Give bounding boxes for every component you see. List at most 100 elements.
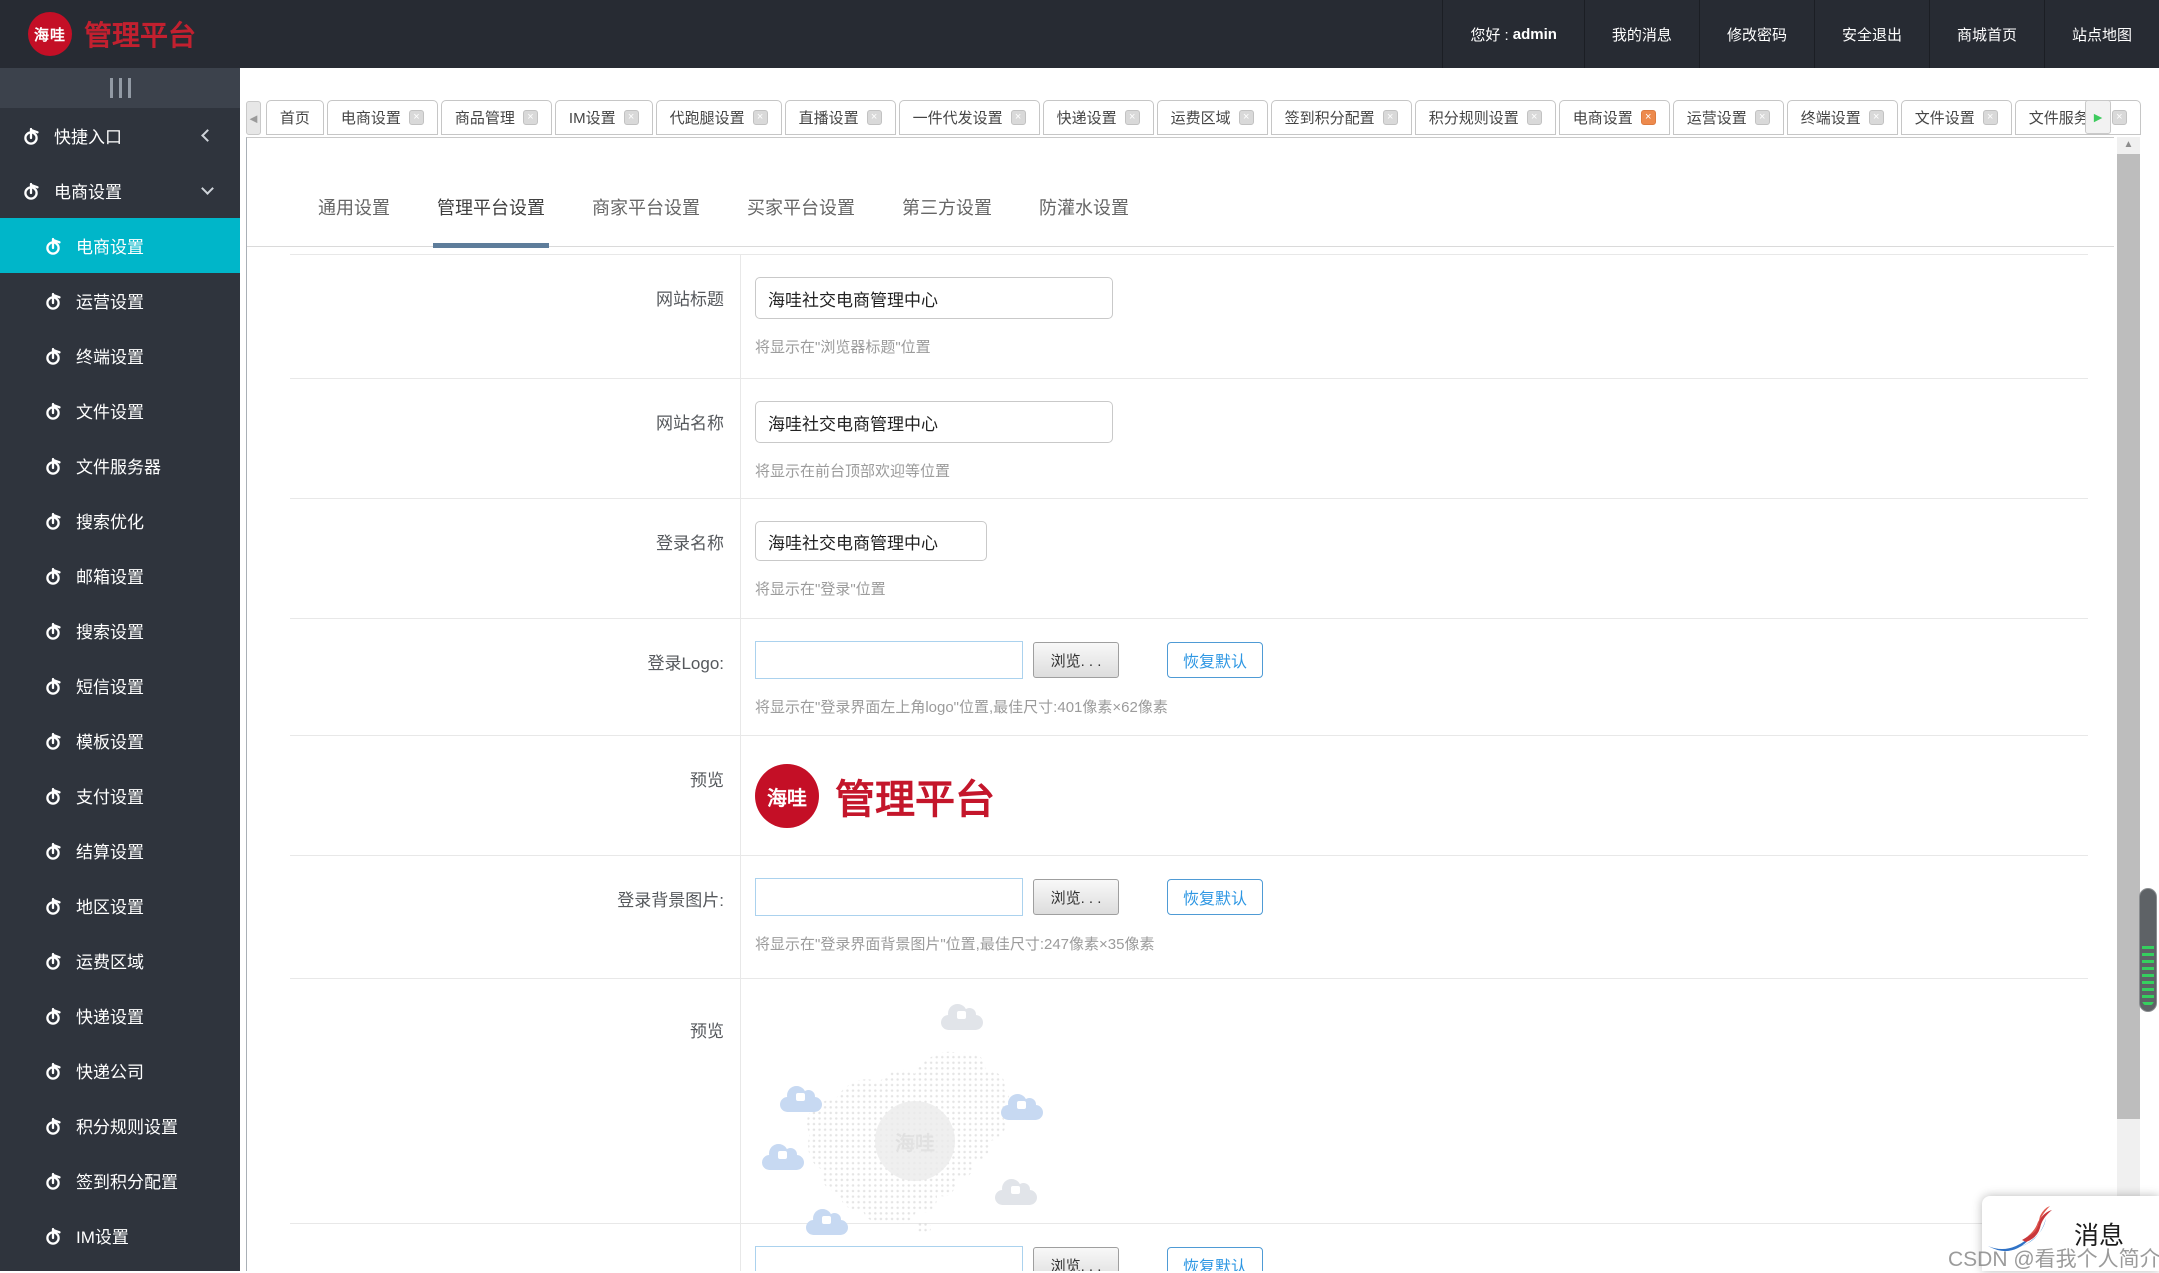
top-bar: 海哇 管理平台 您好 : admin 我的消息 修改密码 安全退出 商城首页 站…: [0, 0, 2159, 68]
tab-close-icon[interactable]: ×: [408, 110, 424, 125]
top-menu-item-sitemap[interactable]: 站点地图: [2043, 0, 2159, 68]
sidebar-item[interactable]: 短信设置: [0, 658, 240, 713]
sidebar-item[interactable]: 终端设置: [0, 328, 240, 383]
tab-close-icon[interactable]: ×: [752, 110, 768, 125]
tab-close-icon[interactable]: ×: [1982, 110, 1998, 125]
menu-bullet-icon: [44, 1116, 64, 1136]
sidebar-item[interactable]: 结算设置: [0, 823, 240, 878]
settings-tab[interactable]: 防灌水设置: [1039, 194, 1129, 246]
sidebar-item[interactable]: 电商设置: [0, 218, 240, 273]
open-tab[interactable]: 商品管理 ×: [440, 100, 552, 135]
field-label: 登录背景图片:: [617, 891, 724, 910]
tab-close-icon[interactable]: ×: [1868, 110, 1884, 125]
menu-bullet-icon: [44, 346, 64, 366]
site-title-input[interactable]: [755, 277, 1113, 319]
field-hint: 将显示在前台顶部欢迎等位置: [755, 463, 951, 480]
open-tab[interactable]: 运费区域 ×: [1156, 100, 1268, 135]
tab-label: IM设置: [568, 110, 616, 127]
restore-default-button[interactable]: 恢复默认: [1167, 1247, 1263, 1271]
sidebar-item[interactable]: 搜索优化: [0, 493, 240, 548]
tab-close-icon[interactable]: ×: [866, 110, 882, 125]
sidebar-item[interactable]: IM设置: [0, 1208, 240, 1263]
tab-close-icon[interactable]: ×: [623, 110, 639, 125]
sidebar-item-label: 邮箱设置: [76, 568, 144, 587]
top-menu-item-logout[interactable]: 安全退出: [1813, 0, 1929, 68]
sidebar-item[interactable]: 快捷入口: [0, 108, 240, 163]
sidebar-item[interactable]: 积分规则设置: [0, 1098, 240, 1153]
sidebar-item[interactable]: 文件设置: [0, 383, 240, 438]
open-tab[interactable]: IM设置 ×: [554, 100, 653, 135]
tab-close-icon[interactable]: ×: [522, 110, 538, 125]
restore-default-button[interactable]: 恢复默认: [1167, 879, 1263, 915]
tab-close-icon[interactable]: ×: [1124, 110, 1140, 125]
field-label: [290, 1224, 740, 1271]
scrollbar-thumb[interactable]: [2117, 154, 2140, 1119]
browse-button[interactable]: 浏览. . .: [1033, 642, 1119, 678]
top-menu-item-change-password[interactable]: 修改密码: [1698, 0, 1814, 68]
top-menu-item-mall-home[interactable]: 商城首页: [1928, 0, 2044, 68]
settings-tab[interactable]: 买家平台设置: [747, 194, 855, 246]
tab-close-icon[interactable]: ×: [1238, 110, 1254, 125]
sidebar-item[interactable]: 签到积分配置: [0, 1153, 240, 1208]
tab-close-icon[interactable]: ×: [2111, 110, 2127, 125]
scroll-up-icon[interactable]: ▲: [2117, 139, 2140, 150]
sidebar-item-label: 快递设置: [76, 1008, 144, 1027]
settings-tab[interactable]: 第三方设置: [902, 194, 992, 246]
settings-tab[interactable]: 管理平台设置: [433, 194, 549, 248]
page-scrollbar-thumb[interactable]: [2139, 888, 2157, 1012]
sidebar-item[interactable]: 模板设置: [0, 713, 240, 768]
open-tab[interactable]: 快递设置 ×: [1042, 100, 1154, 135]
top-menu-item-messages[interactable]: 我的消息: [1583, 0, 1699, 68]
sidebar-item[interactable]: 运营设置: [0, 273, 240, 328]
browse-button[interactable]: 浏览. . .: [1033, 879, 1119, 915]
site-name-input[interactable]: [755, 401, 1113, 443]
cloud-icon: [762, 1144, 804, 1170]
login-background-file-input[interactable]: [755, 878, 1023, 916]
app-brand: 海哇 管理平台: [0, 12, 196, 56]
open-tab[interactable]: 积分规则设置 ×: [1414, 100, 1556, 135]
login-name-input[interactable]: [755, 521, 987, 561]
open-tab[interactable]: 电商设置 ×: [1558, 100, 1670, 135]
sidebar-item-label: 签到积分配置: [76, 1173, 178, 1192]
tab-close-icon[interactable]: ×: [1526, 110, 1542, 125]
sidebar-item[interactable]: 地区设置: [0, 878, 240, 933]
sidebar-item[interactable]: 支付设置: [0, 768, 240, 823]
open-tab[interactable]: 文件设置 ×: [1900, 100, 2012, 135]
open-tab[interactable]: 运营设置 ×: [1672, 100, 1784, 135]
login-logo-file-input[interactable]: [755, 641, 1023, 679]
settings-tab[interactable]: 商家平台设置: [592, 194, 700, 246]
sidebar-item[interactable]: 邮箱设置: [0, 548, 240, 603]
tab-label: 首页: [279, 110, 310, 127]
open-tab[interactable]: 电商设置 ×: [326, 100, 438, 135]
open-tab[interactable]: 代跑腿设置 ×: [655, 100, 782, 135]
open-tab[interactable]: 签到积分配置 ×: [1270, 100, 1412, 135]
sidebar-item[interactable]: 快递公司: [0, 1043, 240, 1098]
restore-default-button[interactable]: 恢复默认: [1167, 642, 1263, 678]
login-background-preview: 海哇: [755, 1001, 1095, 1239]
sidebar-item[interactable]: 搜索设置: [0, 603, 240, 658]
open-tab[interactable]: 首页: [265, 100, 324, 135]
open-tab[interactable]: 文件服务器 ×: [2014, 100, 2141, 135]
field-label: 预览: [690, 1022, 724, 1041]
open-tab[interactable]: 直播设置 ×: [784, 100, 896, 135]
tab-close-icon[interactable]: ×: [1382, 110, 1398, 125]
tab-scroll-right-icon[interactable]: ►: [2085, 100, 2111, 134]
sidebar-toggle-icon[interactable]: [0, 68, 240, 108]
open-tab[interactable]: 一件代发设置 ×: [898, 100, 1040, 135]
sidebar-item[interactable]: 运费区域: [0, 933, 240, 988]
sidebar-item[interactable]: 电商设置: [0, 163, 240, 218]
greeting: 您好 : admin: [1442, 0, 1584, 68]
tab-close-icon[interactable]: ×: [1640, 110, 1656, 125]
settings-tab[interactable]: 通用设置: [318, 194, 390, 246]
field-label: 网站名称: [656, 414, 724, 433]
open-tab[interactable]: 终端设置 ×: [1786, 100, 1898, 135]
cloud-icon: [806, 1209, 848, 1235]
file-input[interactable]: [755, 1246, 1023, 1271]
tab-scroll-left-icon[interactable]: ◄: [246, 101, 261, 135]
sidebar-item[interactable]: 代跑腿设置: [0, 1263, 240, 1271]
sidebar-item[interactable]: 文件服务器: [0, 438, 240, 493]
browse-button[interactable]: 浏览. . .: [1033, 1247, 1119, 1271]
sidebar-item[interactable]: 快递设置: [0, 988, 240, 1043]
tab-close-icon[interactable]: ×: [1010, 110, 1026, 125]
tab-close-icon[interactable]: ×: [1754, 110, 1770, 125]
